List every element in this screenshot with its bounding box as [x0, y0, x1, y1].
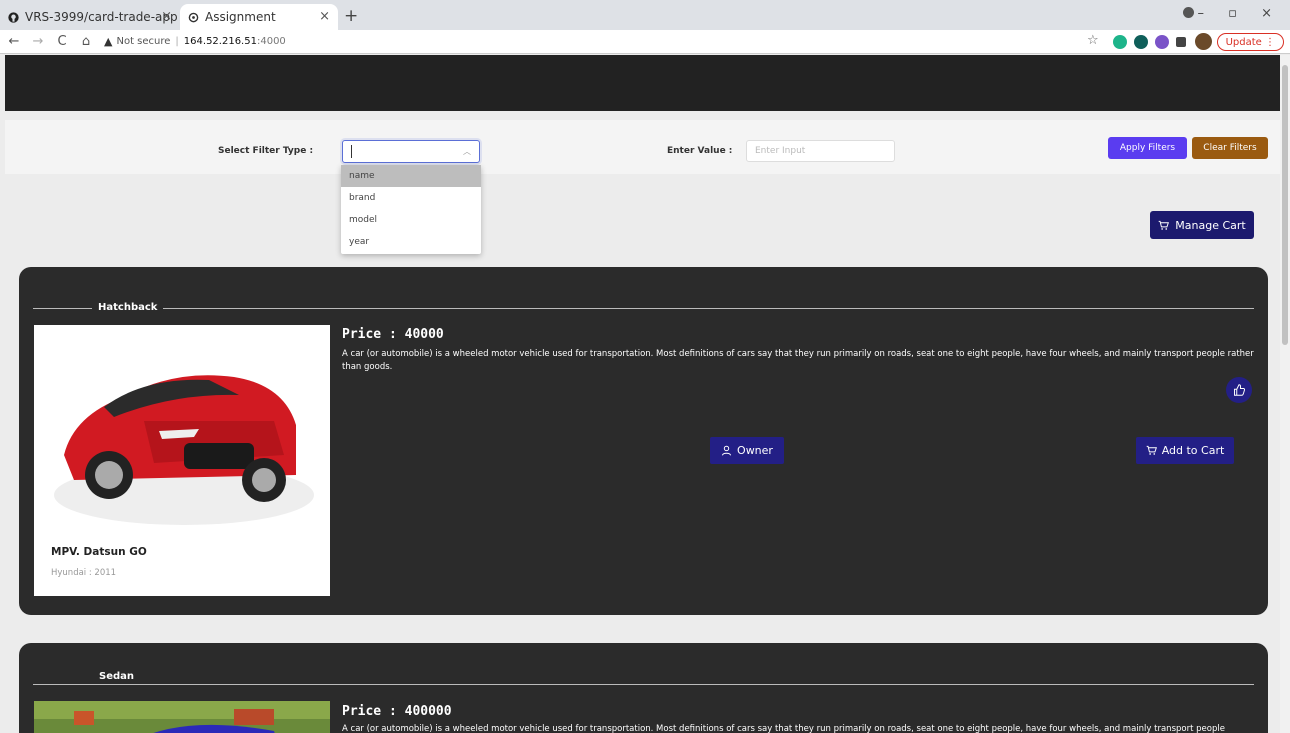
car-card[interactable]: MPV. Datsun GO Hyundai : 2011 [34, 325, 330, 596]
listing-card: Hatchback MPV. Datsun GO Hyundai : 2011 … [19, 267, 1268, 615]
car-brand-year: Hyundai : 2011 [51, 568, 117, 578]
app-header [5, 55, 1280, 111]
filter-type-dropdown: name brand model year [341, 165, 481, 254]
clear-filters-button[interactable]: Clear Filters [1192, 137, 1268, 159]
filter-type-select[interactable]: ︿ [342, 140, 480, 163]
extension-icon[interactable] [1113, 35, 1127, 49]
thumbs-up-icon [1234, 384, 1245, 396]
tab-title: VRS-3999/card-trade-app [25, 10, 178, 24]
address-separator: | [175, 36, 179, 47]
car-description: A car (or automobile) is a wheeled motor… [342, 349, 1254, 372]
address-bar[interactable]: ▲ Not secure | 164.52.216.51:4000 [104, 35, 286, 48]
category-divider [33, 308, 1254, 309]
home-icon[interactable]: ⌂ [76, 34, 96, 49]
category-label: Hatchback [92, 302, 164, 313]
car-card[interactable] [34, 701, 330, 733]
category-label: Sedan [93, 671, 141, 682]
owner-button[interactable]: Owner [710, 437, 784, 464]
extension-icon[interactable] [1134, 35, 1148, 49]
user-icon [721, 445, 732, 456]
update-button[interactable]: Update ⋮ [1216, 33, 1284, 51]
price-label: Price : 40000 [342, 327, 444, 342]
browser-tab-bar: VRS-3999/card-trade-app × Assignment × +… [0, 0, 1290, 30]
price-label: Price : 400000 [342, 704, 452, 719]
dropdown-option-year[interactable]: year [341, 231, 481, 253]
reload-icon[interactable]: C [52, 34, 72, 49]
record-icon [1183, 7, 1194, 18]
car-image [34, 325, 330, 530]
dropdown-option-name[interactable]: name [341, 165, 481, 187]
manage-cart-button[interactable]: Manage Cart [1150, 211, 1254, 239]
tab-title: Assignment [205, 10, 276, 24]
add-to-cart-button[interactable]: Add to Cart [1136, 437, 1234, 464]
owner-label: Owner [737, 444, 773, 457]
new-tab-button[interactable]: + [344, 6, 358, 26]
window-controls[interactable]: – ▫ × [1183, 6, 1282, 21]
filter-value-label: Enter Value : [667, 146, 733, 156]
forward-icon[interactable]: → [28, 34, 48, 49]
cart-icon [1146, 445, 1157, 455]
like-button[interactable] [1226, 377, 1252, 403]
page-scrollbar[interactable] [1280, 55, 1290, 733]
github-icon [8, 11, 19, 23]
apply-filters-button[interactable]: Apply Filters [1108, 137, 1187, 159]
gear-icon [188, 12, 199, 22]
bookmark-star-icon[interactable]: ☆ [1087, 33, 1099, 48]
extension-icon[interactable] [1155, 35, 1169, 49]
dropdown-option-model[interactable]: model [341, 209, 481, 231]
close-icon[interactable]: × [161, 9, 172, 24]
category-divider [33, 684, 1254, 685]
manage-cart-label: Manage Cart [1175, 218, 1246, 232]
filter-value-input[interactable] [746, 140, 895, 162]
tab-github[interactable]: VRS-3999/card-trade-app × [4, 4, 180, 30]
filter-type-label: Select Filter Type : [218, 146, 314, 156]
car-description: A car (or automobile) is a wheeled motor… [342, 724, 1225, 733]
tab-assignment[interactable]: Assignment × [180, 4, 338, 30]
address-port: :4000 [256, 36, 286, 47]
update-label: Update [1225, 36, 1262, 48]
back-icon[interactable]: ← [4, 34, 24, 49]
close-icon[interactable]: × [319, 9, 330, 24]
puzzle-icon[interactable] [1176, 37, 1186, 47]
add-to-cart-label: Add to Cart [1161, 444, 1225, 457]
listing-card: Sedan Price : 400000 A car (or automobil… [19, 643, 1268, 733]
dropdown-option-brand[interactable]: brand [341, 187, 481, 209]
text-caret [351, 145, 352, 158]
filter-bar [5, 120, 1280, 174]
warning-icon: ▲ [104, 35, 113, 48]
avatar[interactable] [1195, 33, 1212, 50]
address-host: 164.52.216.51 [183, 36, 257, 47]
security-label: Not secure [116, 36, 171, 47]
scrollbar-thumb[interactable] [1282, 65, 1288, 345]
car-image [34, 701, 330, 733]
cart-icon [1158, 220, 1170, 230]
chevron-up-icon: ︿ [463, 147, 471, 156]
car-name: MPV. Datsun GO [51, 546, 147, 558]
